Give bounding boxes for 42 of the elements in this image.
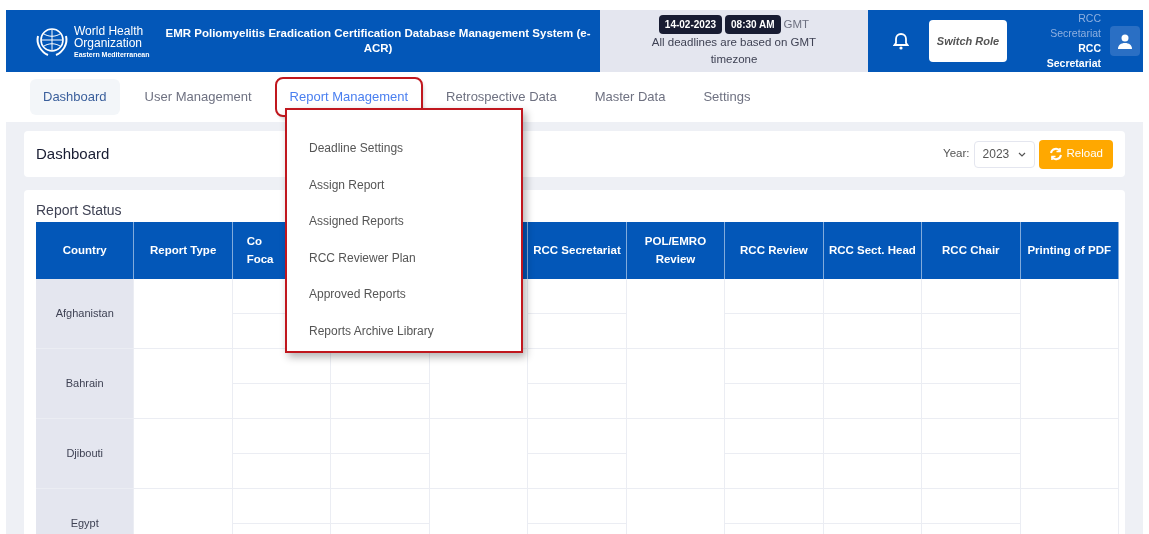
column-header: Report Type — [150, 242, 217, 258]
column-header: RCC Review — [740, 242, 808, 258]
app-title: EMR Poliomyelitis Eradication Certification Database Management System (e-ACR) — [164, 26, 592, 56]
nav-tab[interactable]: Master Data — [581, 79, 679, 115]
org-name: World Health Organization — [74, 24, 144, 49]
timezone-label: GMT — [783, 16, 810, 32]
user-avatar-icon[interactable] — [1110, 26, 1140, 56]
role-label: RCC Secretariat — [1049, 10, 1101, 41]
time-badge: 08:30 AM — [725, 14, 781, 34]
nav-tab[interactable]: Settings — [690, 79, 764, 115]
menu-item[interactable]: RCC Reviewer Plan — [287, 239, 416, 276]
notification-bell-icon[interactable] — [893, 32, 909, 50]
column-header: RCC Secretariat — [533, 242, 621, 258]
column-header: Printing of PDF — [1027, 242, 1112, 258]
menu-item[interactable]: Assigned Reports — [287, 203, 404, 240]
section-title: Report Status — [36, 202, 122, 218]
chevron-down-icon — [1017, 151, 1026, 157]
user-name: RCC Secretariat — [1045, 41, 1101, 72]
nav-tab[interactable]: Report Management — [276, 79, 422, 115]
column-header: RCC Chair — [942, 242, 1000, 258]
menu-item[interactable]: Reports Archive Library — [287, 312, 434, 349]
country-cell: Egypt — [36, 489, 135, 534]
column-header: POL/EMRO Review — [643, 234, 708, 267]
country-cell: Afghanistan — [36, 279, 135, 348]
page-title: Dashboard — [36, 143, 110, 164]
nav-tab[interactable]: Dashboard — [30, 79, 120, 115]
menu-item[interactable]: Deadline Settings — [287, 130, 404, 167]
deadline-note: All deadlines are based on GMT timezone — [650, 34, 818, 67]
year-select[interactable]: 2023 — [973, 140, 1035, 168]
refresh-icon — [1048, 147, 1063, 161]
nav-tab[interactable]: Retrospective Data — [433, 79, 570, 115]
date-badge: 14-02-2023 — [658, 14, 722, 34]
country-cell: Djibouti — [36, 419, 135, 488]
menu-item[interactable]: Assign Report — [287, 166, 385, 203]
column-header: Country — [62, 242, 107, 258]
country-cell: Bahrain — [36, 349, 135, 418]
year-label: Year: — [943, 146, 970, 162]
column-header: RCC Sect. Head — [828, 242, 916, 258]
column-header: Co Foca — [246, 234, 275, 267]
switch-role-button[interactable]: Switch Role — [929, 20, 1007, 62]
menu-item[interactable]: Approved Reports — [287, 276, 406, 313]
nav-tab[interactable]: User Management — [131, 79, 265, 115]
